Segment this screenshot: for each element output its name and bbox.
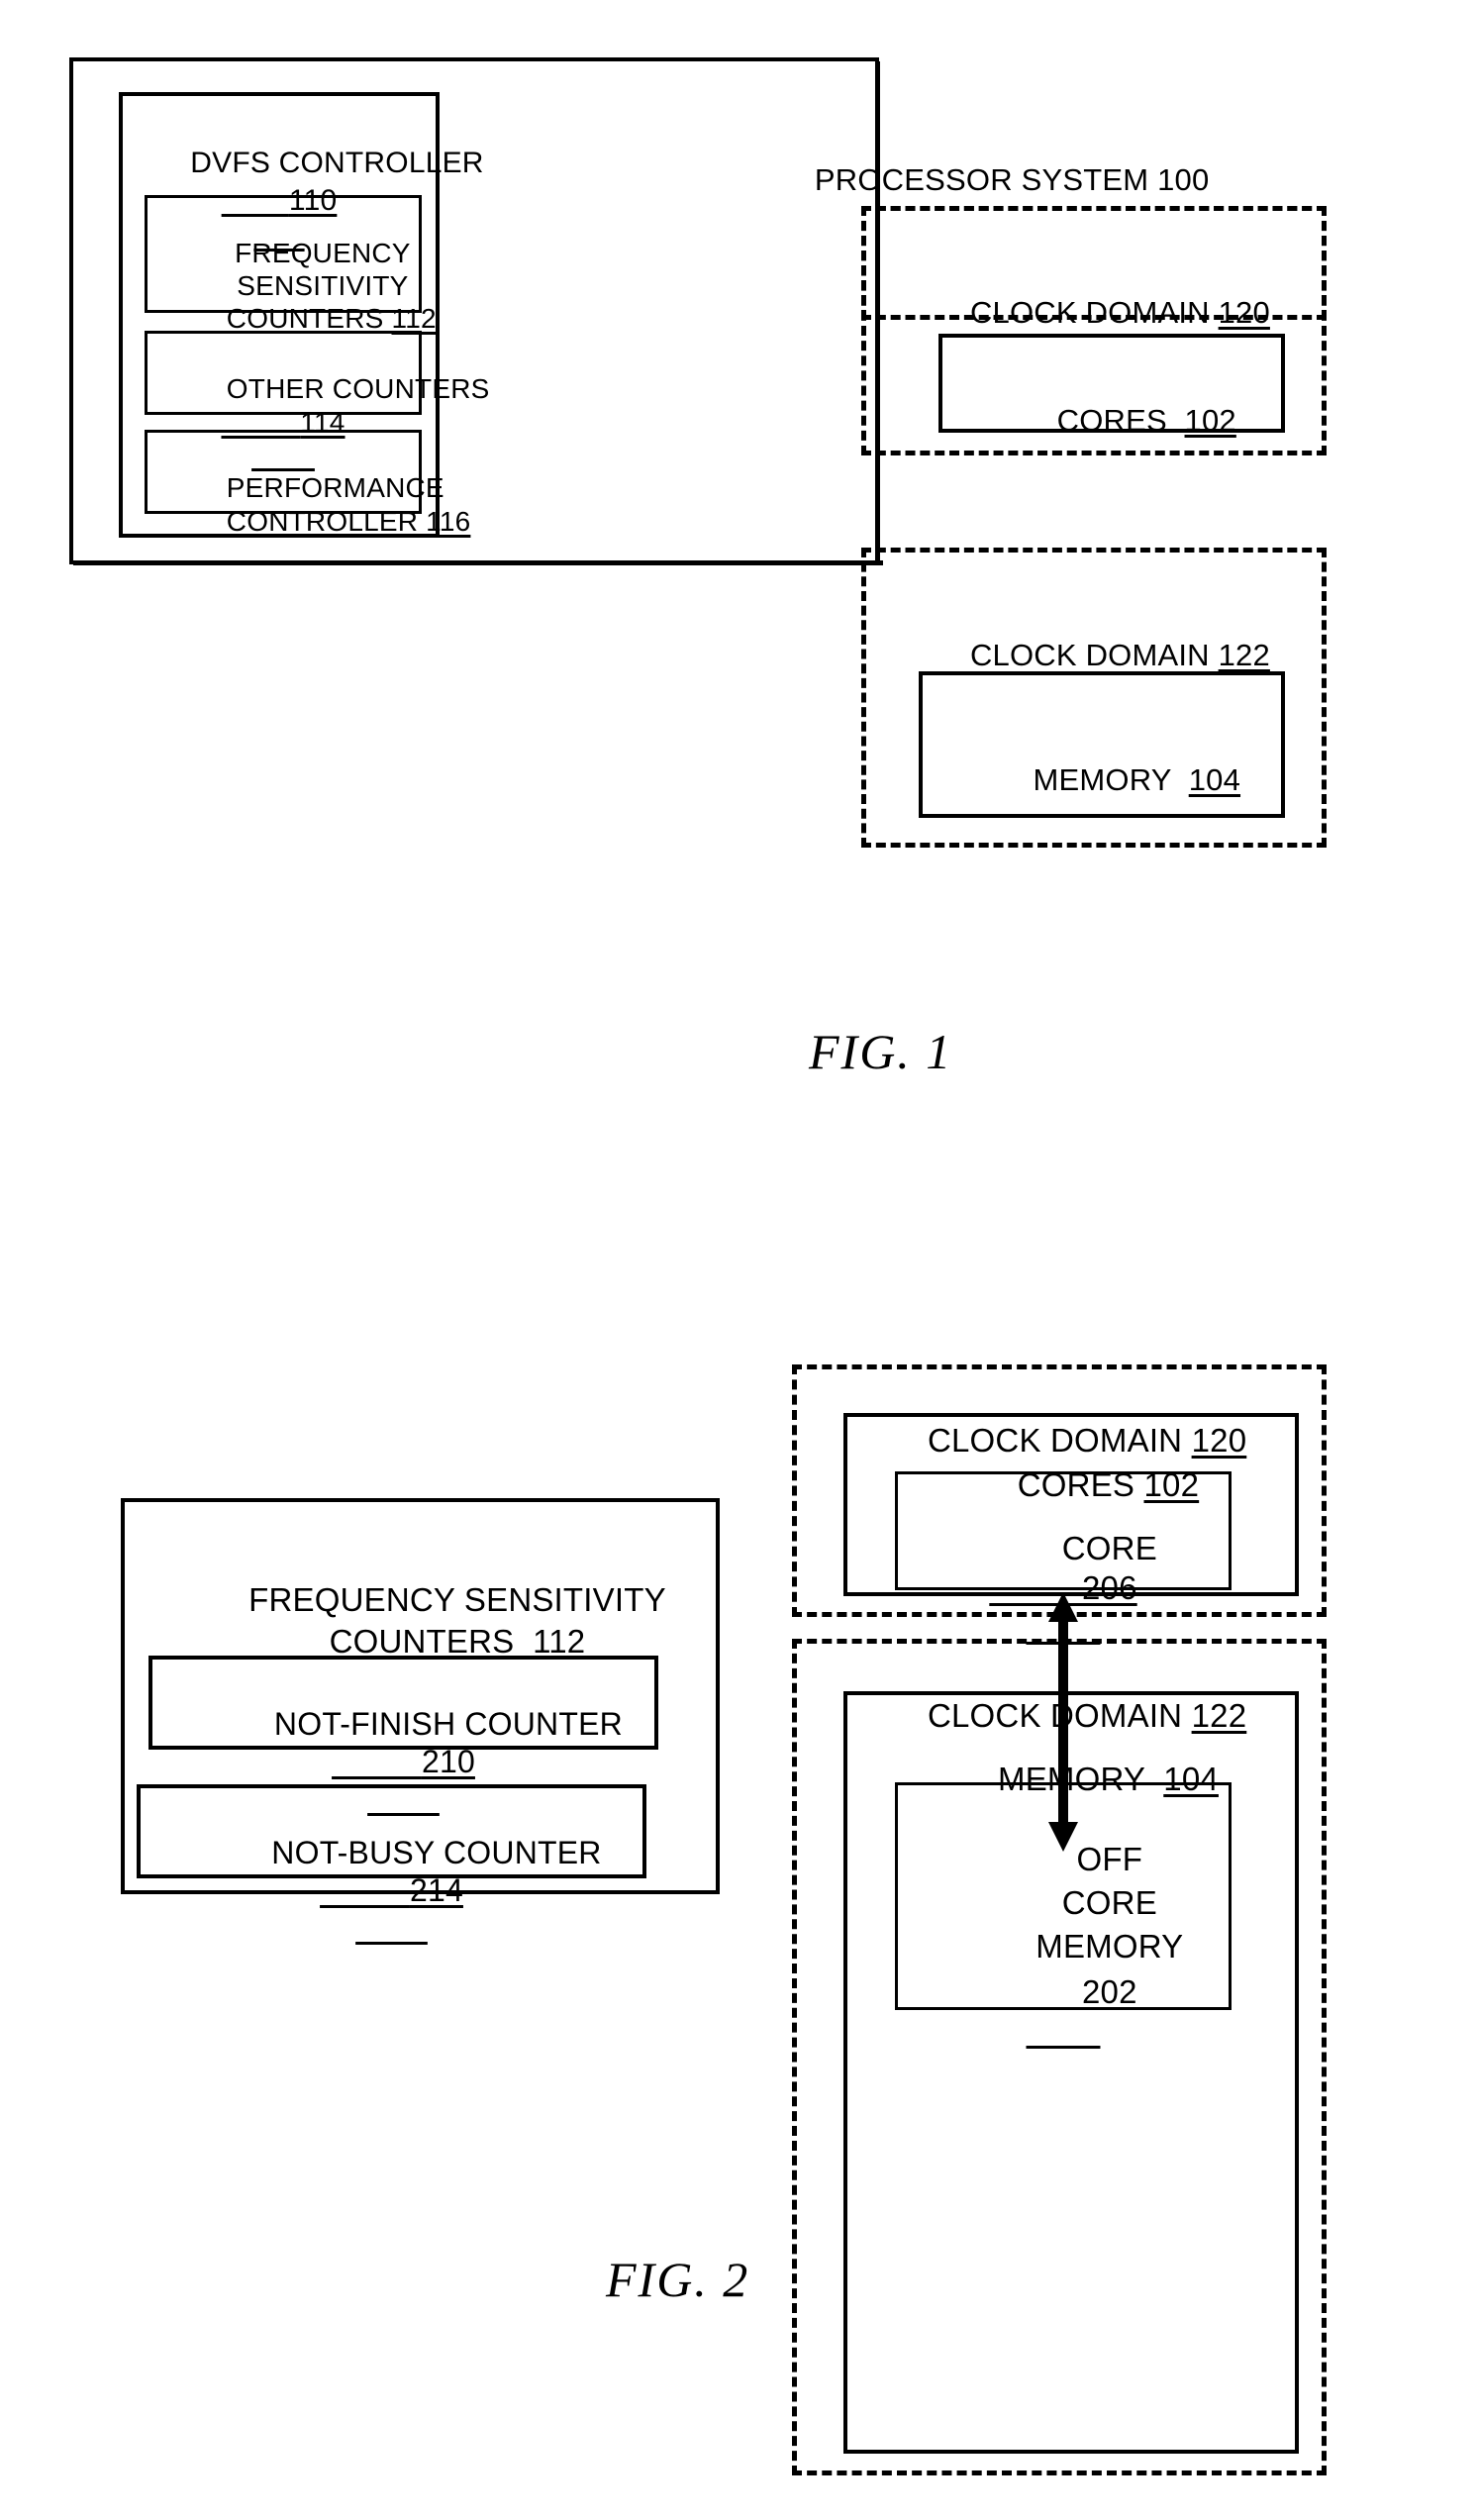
clock-domain-120-frame (861, 206, 1327, 455)
patent-drawing-sheet: PROCESSOR SYSTEM 100 DVFS CONTROLLER 110… (0, 0, 1479, 2520)
not-finish-counter-block: NOT-FINISH COUNTER 210 (148, 1656, 658, 1779)
not-busy-counter-numeral: 214 (409, 1872, 463, 1909)
fig2-cores-102-block: CORES 102 CORE 206 (843, 1413, 1299, 1606)
memory-104-numeral: 104 (1188, 761, 1241, 797)
other-counters-block: OTHER COUNTERS 114 (145, 331, 489, 438)
memory-104-block: MEMORY 104 (919, 671, 1285, 818)
off-core-memory-numeral: 202 (1082, 1973, 1137, 2011)
core-206-block: CORE 206 (895, 1471, 1232, 1606)
processor-system-title: PROCESSOR SYSTEM (814, 161, 1149, 197)
fsc-numeral: 112 (391, 303, 437, 335)
processor-system-numeral: 100 (1157, 161, 1210, 197)
fig2-frequency-sensitivity-counters-block: FREQUENCY SENSITIVITY COUNTERS 112 NOT-F… (121, 1498, 720, 1908)
off-core-memory-202-block: OFF CORE MEMORY 202 (895, 1782, 1232, 2010)
clock-domain-122-numeral: 122 (1218, 637, 1270, 672)
dvfs-controller-block: DVFS CONTROLLER 110 FREQUENCY SENSITIVIT… (119, 92, 489, 538)
memory-104-label: MEMORY 104 (1033, 761, 1241, 797)
figure-1-caption: FIG. 1 (809, 1024, 953, 1079)
frequency-sensitivity-counters-block: FREQUENCY SENSITIVITY COUNTERS 112 (145, 195, 437, 334)
fig2-memory-104-block: MEMORY 104 OFF CORE MEMORY 202 (843, 1691, 1299, 2454)
performance-controller-numeral: 116 (426, 506, 471, 538)
figure-2-caption: FIG. 2 (606, 2252, 750, 2307)
fig2-fsc-numeral: 112 (533, 1623, 586, 1661)
performance-controller-line-2: CONTROLLER 116 (226, 506, 471, 538)
performance-controller-block: PERFORMANCE CONTROLLER 116 (145, 430, 470, 537)
not-busy-counter-block: NOT-BUSY COUNTER 214 (137, 1784, 646, 1908)
